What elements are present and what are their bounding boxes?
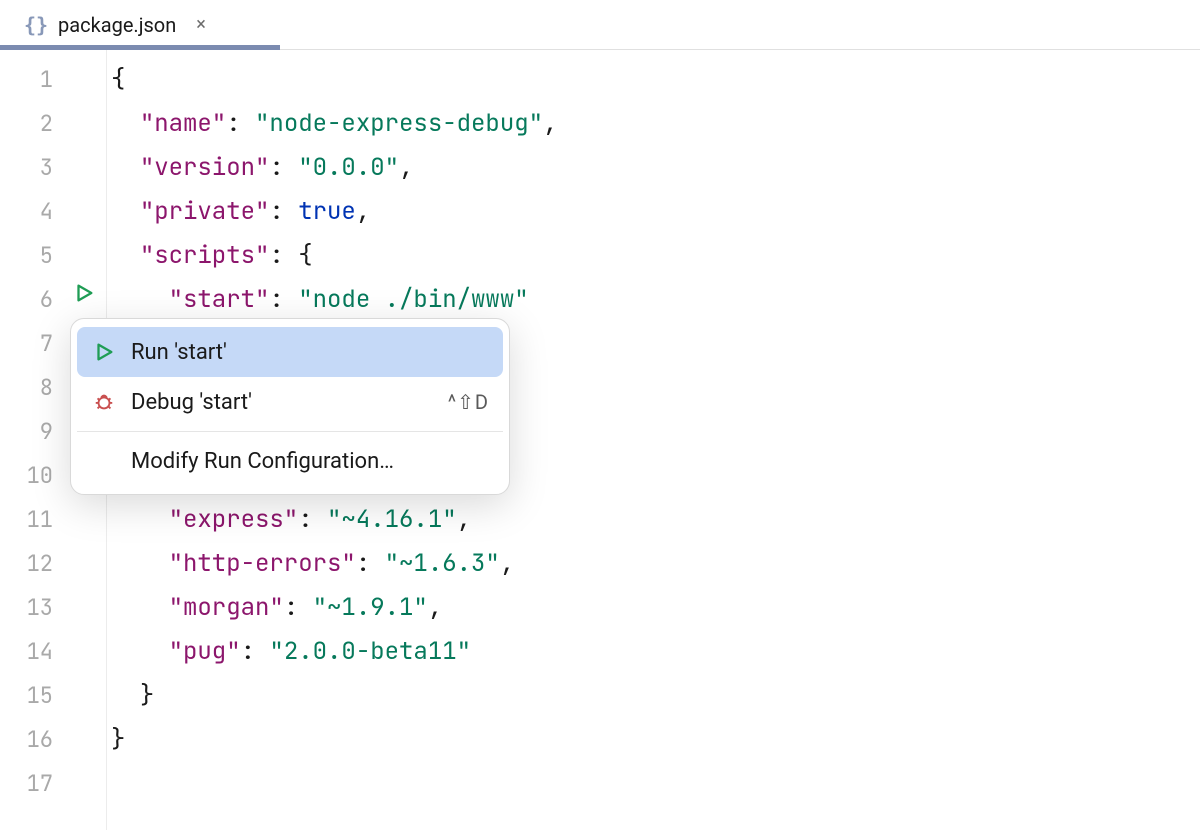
spacer	[91, 448, 117, 474]
line-number: 17	[0, 762, 65, 806]
play-icon	[91, 339, 117, 365]
line-number: 14	[0, 630, 65, 674]
line-number: 10	[0, 454, 65, 498]
line-number: 8	[0, 366, 65, 410]
line-number: 7	[0, 322, 65, 366]
menu-item-run-start[interactable]: Run 'start'	[77, 327, 503, 377]
line-number: 5	[0, 234, 65, 278]
run-gutter-icon[interactable]	[69, 278, 99, 308]
code-line: "morgan": "~1.9.1",	[111, 586, 1200, 630]
menu-item-debug-start[interactable]: Debug 'start' ^⇧D	[77, 377, 503, 427]
code-line: "express": "~4.16.1",	[111, 498, 1200, 542]
tab-bar: {} package.json ×	[0, 0, 1200, 50]
line-number: 11	[0, 498, 65, 542]
tab-title: package.json	[58, 13, 176, 37]
line-number: 9	[0, 410, 65, 454]
line-number: 12	[0, 542, 65, 586]
keyboard-shortcut: ^⇧D	[448, 390, 489, 414]
menu-item-label: Run 'start'	[131, 340, 227, 365]
menu-item-label: Modify Run Configuration…	[131, 449, 394, 474]
line-number: 2	[0, 102, 65, 146]
line-number: 15	[0, 674, 65, 718]
code-line	[111, 762, 1200, 806]
code-line: "start": "node ./bin/www"	[111, 278, 1200, 322]
code-line: }	[111, 674, 1200, 718]
code-line: }	[111, 718, 1200, 762]
menu-item-modify-config[interactable]: Modify Run Configuration…	[77, 436, 503, 486]
code-line: "scripts": {	[111, 234, 1200, 278]
svg-text:{}: {}	[24, 13, 47, 37]
json-file-icon: {}	[22, 12, 48, 38]
line-number: 1	[0, 58, 65, 102]
line-number: 6	[0, 278, 65, 322]
code-line: "http-errors": "~1.6.3",	[111, 542, 1200, 586]
code-line: "private": true,	[111, 190, 1200, 234]
code-line: "name": "node-express-debug",	[111, 102, 1200, 146]
line-number: 4	[0, 190, 65, 234]
menu-separator	[77, 431, 503, 432]
line-number-gutter: 1 2 3 4 5 6 7 8 9 10 11 12 13 14 15 16 1…	[0, 50, 65, 830]
tab-package-json[interactable]: {} package.json ×	[12, 0, 216, 49]
line-number: 16	[0, 718, 65, 762]
run-context-menu: Run 'start' Debug 'start' ^⇧D Modify Run…	[70, 318, 510, 495]
line-number: 3	[0, 146, 65, 190]
line-number: 13	[0, 586, 65, 630]
close-icon[interactable]: ×	[196, 14, 206, 35]
code-line: {	[111, 58, 1200, 102]
menu-item-label: Debug 'start'	[131, 390, 252, 415]
code-line: "pug": "2.0.0-beta11"	[111, 630, 1200, 674]
bug-icon	[91, 389, 117, 415]
code-line: "version": "0.0.0",	[111, 146, 1200, 190]
